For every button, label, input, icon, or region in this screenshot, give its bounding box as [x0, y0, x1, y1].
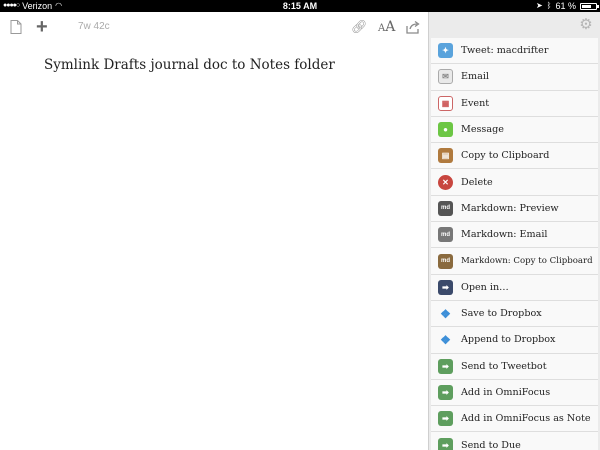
- status-right: ➤ ᛒ 61 %: [535, 0, 599, 12]
- action-label: Save to Dropbox: [461, 308, 542, 320]
- action-label: Markdown: Preview: [461, 202, 559, 214]
- word-count: 7w 42c: [78, 21, 110, 32]
- action-label: Append to Dropbox: [461, 334, 556, 346]
- action-label: Copy to Clipboard: [461, 150, 550, 162]
- action-row[interactable]: md Markdown: Copy to Clipboard: [431, 248, 598, 275]
- actions-panel: ⚙ ✦ Tweet: macdrifter ✉ Email ▦ Event ● Message…: [429, 12, 600, 450]
- clock: 8:15 AM: [282, 1, 318, 11]
- share-icon[interactable]: [405, 19, 421, 35]
- action-row[interactable]: ✕ Delete: [431, 169, 598, 196]
- dropbox-icon: ❖: [440, 332, 451, 347]
- action-row[interactable]: md Markdown: Email: [431, 222, 598, 249]
- action-row[interactable]: ● Message: [431, 116, 598, 144]
- location-icon: ➤: [535, 1, 543, 10]
- calendar-icon: ▦: [438, 95, 453, 111]
- markdown-clipboard-icon: md: [438, 253, 453, 269]
- markdown-email-icon: md: [438, 227, 453, 243]
- font-size-button[interactable]: AA: [378, 12, 395, 44]
- action-label: Send to Tweetbot: [461, 360, 547, 372]
- arrow-icon: ➡: [438, 385, 453, 400]
- draft-text[interactable]: Symlink Drafts journal doc to Notes fold…: [44, 57, 335, 73]
- battery-label: 61 %: [555, 1, 576, 11]
- action-row[interactable]: ➡ Send to Due: [431, 432, 598, 450]
- action-row[interactable]: ➡ Add in OmniFocus: [431, 379, 598, 407]
- arrow-icon: ➡: [438, 411, 453, 427]
- clipboard-icon: ▤: [438, 148, 453, 164]
- twitter-icon: ✦: [438, 43, 453, 59]
- email-icon: ✉: [438, 69, 453, 85]
- action-row[interactable]: ➡ Open in…: [431, 274, 598, 301]
- action-label: Email: [461, 71, 489, 83]
- battery-icon: [580, 2, 599, 10]
- status-bar: ●●●●○ Verizon ◠ 8:15 AM ➤ ᛒ 61 %: [0, 0, 600, 12]
- editor-toolbar: + 7w 42c 🔗︎ AA: [0, 12, 428, 42]
- editor-pane: + 7w 42c 🔗︎ AA Symlink Drafts journal do…: [0, 12, 428, 450]
- actions-header: ⚙: [429, 12, 600, 38]
- action-row[interactable]: ➡ Add in OmniFocus as Note: [431, 406, 598, 433]
- message-icon: ●: [438, 122, 453, 138]
- action-row[interactable]: ▦ Event: [431, 90, 598, 117]
- bluetooth-icon: ᛒ: [546, 1, 552, 10]
- delete-icon: ✕: [438, 174, 453, 190]
- action-label: Add in OmniFocus: [461, 387, 551, 398]
- action-row[interactable]: ✉ Email: [431, 64, 598, 91]
- action-label: Event: [461, 97, 490, 109]
- action-row[interactable]: ➡ Send to Tweetbot: [431, 353, 598, 380]
- arrow-icon: ➡: [438, 438, 453, 450]
- arrow-icon: ➡: [438, 279, 453, 295]
- action-row[interactable]: ✦ Tweet: macdrifter: [431, 38, 598, 65]
- action-row[interactable]: ❖ Save to Dropbox: [431, 300, 598, 328]
- action-label: Send to Due: [461, 440, 521, 450]
- action-row[interactable]: md Markdown: Preview: [431, 195, 598, 223]
- action-label: Tweet: macdrifter: [461, 45, 549, 57]
- action-label: Delete: [461, 176, 493, 188]
- action-label: Add in OmniFocus as Note: [461, 413, 591, 425]
- action-label: Message: [461, 124, 504, 136]
- action-label: Open in…: [461, 281, 509, 293]
- arrow-icon: ➡: [438, 358, 453, 374]
- new-draft-button[interactable]: +: [36, 12, 48, 42]
- link-icon[interactable]: 🔗︎: [351, 12, 368, 42]
- drafts-list-icon[interactable]: [10, 20, 22, 34]
- gear-icon[interactable]: ⚙: [578, 17, 594, 33]
- actions-list: ✦ Tweet: macdrifter ✉ Email ▦ Event ● Message ▤ C…: [431, 38, 598, 450]
- action-row[interactable]: ▤ Copy to Clipboard: [431, 143, 598, 170]
- dropbox-icon: ❖: [440, 306, 451, 321]
- action-label: Markdown: Email: [461, 229, 548, 241]
- action-row[interactable]: ❖ Append to Dropbox: [431, 327, 598, 354]
- action-label: Markdown: Copy to Clipboard: [461, 256, 593, 267]
- markdown-icon: md: [438, 200, 453, 216]
